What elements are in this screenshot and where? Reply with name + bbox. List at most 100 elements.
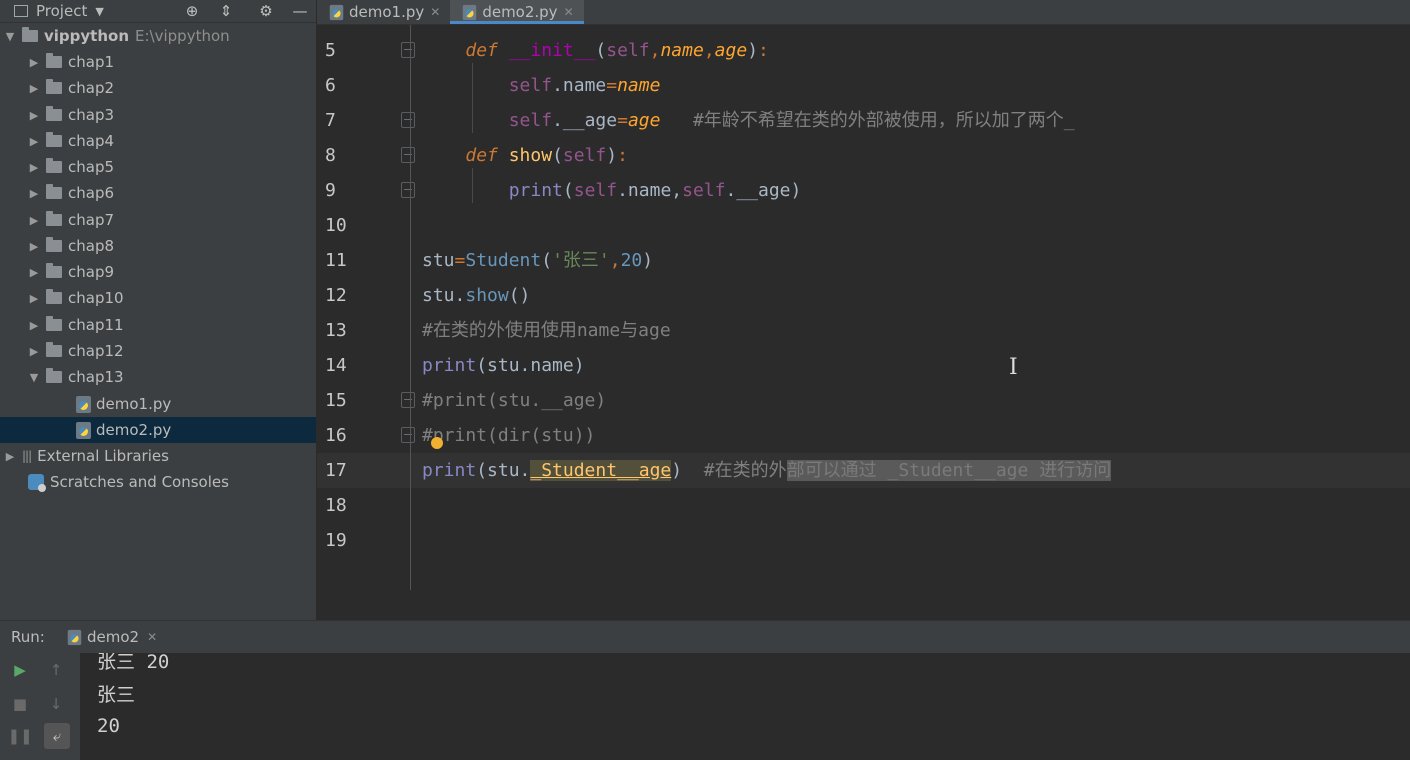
fold-marker-icon[interactable] [401,392,415,408]
rerun-icon[interactable]: ▶ [9,659,31,681]
code-line[interactable]: stu.show() [422,278,1402,313]
chevron-down-icon[interactable]: ▼ [28,371,40,384]
tree-folder-chap6[interactable]: ▶ chap6 [0,180,316,206]
folder-icon [46,132,62,147]
tree-folder-chap11[interactable]: ▶ chap11 [0,312,316,338]
code-line[interactable]: stu=Student('张三',20) [422,243,1402,278]
stop-icon[interactable]: ■ [9,693,31,715]
line-number: 15 [325,390,347,411]
collapse-all-icon[interactable]: ⇕ [216,2,236,20]
tree-folder-chap1[interactable]: ▶ chap1 [0,49,316,75]
function-name: __init__ [508,40,596,61]
tree-folder-chap5[interactable]: ▶ chap5 [0,154,316,180]
run-output[interactable]: 张三 20 张三 20 [80,653,1410,760]
chevron-right-icon[interactable]: ▶ [28,240,40,253]
comment: #print(stu.__age) [422,390,607,411]
param: age [627,110,661,131]
chevron-down-icon[interactable]: ▼ [4,30,16,43]
file-label: demo2.py [96,421,172,439]
chevron-right-icon[interactable]: ▶ [28,135,40,148]
tree-file-demo1[interactable]: demo1.py [0,391,316,417]
chevron-right-icon[interactable]: ▶ [28,345,40,358]
code-line[interactable]: def show(self): [422,138,1402,173]
tree-scratches[interactable]: Scratches and Consoles [0,469,316,495]
code-line[interactable]: #在类的外使用使用name与age [422,313,1402,348]
code-line[interactable]: print(stu.name) [422,348,1402,383]
paren: ) [642,250,654,271]
fold-marker-icon[interactable] [401,112,415,128]
attribute: .__age [552,110,618,131]
comment: #在类的外 [703,460,787,481]
tab-demo2[interactable]: demo2.py ✕ [450,0,584,24]
chevron-right-icon[interactable]: ▶ [28,82,40,95]
tree-folder-chap10[interactable]: ▶ chap10 [0,285,316,311]
tree-file-demo2[interactable]: demo2.py [0,417,316,443]
selected-comment-text[interactable]: 部可以通过 _Student__age 进行访问 [786,460,1112,481]
folder-icon [46,184,62,199]
tree-folder-chap2[interactable]: ▶ chap2 [0,75,316,101]
fold-marker-icon[interactable] [401,427,415,443]
gear-icon[interactable]: ⚙ [256,2,276,20]
code-line[interactable]: print(self.name,self.__age) [422,173,1402,208]
line-number: 11 [325,250,347,271]
chevron-right-icon[interactable]: ▶ [28,109,40,122]
self-keyword: self [508,75,553,96]
chevron-right-icon[interactable]: ▶ [4,450,16,463]
soft-wrap-icon[interactable]: ⤶ [44,723,70,749]
code-line[interactable]: def __init__(self,name,age): [422,33,1402,68]
pause-icon[interactable]: ❚❚ [7,725,32,747]
fold-marker-icon[interactable] [401,42,415,58]
project-panel-header[interactable]: Project ▼ ⊕ ⇕ ⚙ — [0,0,316,23]
code-line[interactable]: #print(stu.__age) [422,383,1402,418]
python-file-icon [76,395,91,413]
colon: : [758,40,769,61]
locate-icon[interactable]: ⊕ [182,2,202,20]
close-icon[interactable]: ✕ [564,5,574,19]
folder-icon [46,342,62,357]
close-icon[interactable]: ✕ [147,630,157,644]
chevron-right-icon[interactable]: ▶ [28,187,40,200]
chevron-down-icon[interactable]: ▼ [95,5,103,18]
chevron-right-icon[interactable]: ▶ [28,214,40,227]
chevron-right-icon[interactable]: ▶ [28,161,40,174]
variable: stu [422,250,455,271]
chevron-right-icon[interactable]: ▶ [28,266,40,279]
line-number: 9 [325,180,336,201]
code-line-current[interactable]: print(stu._Student__age) #在类的外部可以通过 _Stu… [422,453,1402,488]
tree-folder-chap12[interactable]: ▶ chap12 [0,338,316,364]
fold-marker-icon[interactable] [401,147,415,163]
minimize-icon[interactable]: — [290,2,310,20]
tree-external-libraries[interactable]: ▶ ||| External Libraries [0,443,316,469]
chevron-right-icon[interactable]: ▶ [28,319,40,332]
gutter-separator [410,25,411,590]
code-line[interactable]: #print(dir(stu)) [422,418,1402,453]
attribute: .name, [617,180,683,201]
fold-marker-icon[interactable] [401,182,415,198]
arrow-up-icon[interactable]: ↑ [45,659,67,681]
code-line[interactable]: self.name=name [422,68,1402,103]
close-icon[interactable]: ✕ [430,5,440,19]
tree-folder-chap8[interactable]: ▶ chap8 [0,233,316,259]
folder-icon [46,289,62,304]
tree-folder-chap13[interactable]: ▼ chap13 [0,364,316,390]
folder-label: chap11 [68,316,124,334]
mangled-attribute[interactable]: _Student__age [530,460,672,481]
code-line[interactable]: self.__age=age #年龄不希望在类的外部被使用，所以加了两个_ [422,103,1402,138]
code-editor[interactable]: 5 6 7 8 9 10 11 12 13 14 15 16 17 18 19 … [317,25,1410,620]
library-icon: ||| [22,449,32,463]
tree-folder-chap3[interactable]: ▶ chap3 [0,102,316,128]
python-file-icon [67,629,82,645]
tab-demo1[interactable]: demo1.py ✕ [317,0,450,24]
tree-root[interactable]: ▼ vippython E:\vippython [0,23,316,49]
lightbulb-icon[interactable] [431,437,443,449]
chevron-right-icon[interactable]: ▶ [28,292,40,305]
param: name [617,75,661,96]
gutter-line: 15 [317,383,415,418]
chevron-right-icon[interactable]: ▶ [28,56,40,69]
run-tab-demo2[interactable]: demo2 ✕ [67,628,157,646]
arrow-down-icon[interactable]: ↓ [45,693,67,715]
tree-folder-chap4[interactable]: ▶ chap4 [0,128,316,154]
run-tab-label: demo2 [87,628,140,646]
tree-folder-chap9[interactable]: ▶ chap9 [0,259,316,285]
tree-folder-chap7[interactable]: ▶ chap7 [0,207,316,233]
